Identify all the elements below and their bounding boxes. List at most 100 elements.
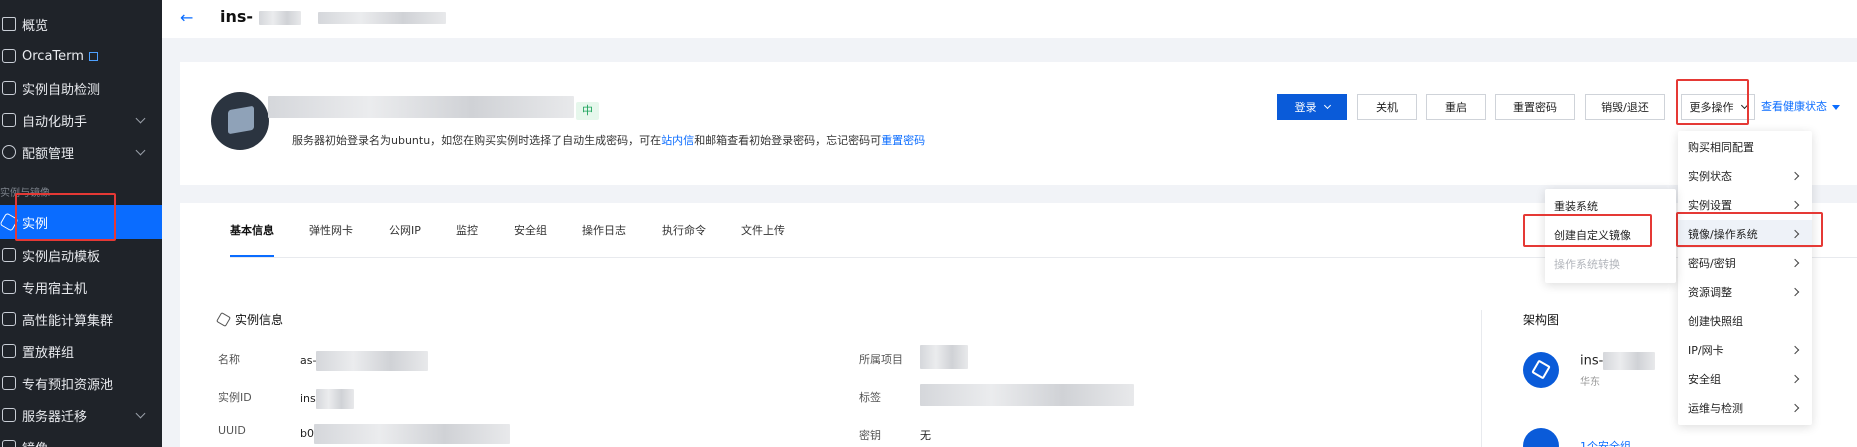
back-arrow-icon[interactable]: ← <box>180 8 193 27</box>
cube-icon <box>1531 359 1551 380</box>
tab-monitor[interactable]: 监控 <box>456 222 478 238</box>
check-icon <box>2 81 16 95</box>
sidebar-item-image[interactable]: 镜像 <box>0 431 162 447</box>
image-icon <box>2 440 16 447</box>
login-label: 登录 <box>1294 101 1317 114</box>
chevron-right-icon <box>1790 287 1800 297</box>
sidebar-item-self-check[interactable]: 实例自助检测 <box>0 72 162 104</box>
caret-down-icon <box>1832 104 1840 110</box>
tab-security-group[interactable]: 安全组 <box>514 222 547 238</box>
key-value: 无 <box>920 429 931 442</box>
sidebar-item-label: 实例启动模板 <box>22 249 101 265</box>
menu-item-reinstall[interactable]: 重装系统 <box>1545 192 1676 220</box>
login-button[interactable]: 登录 <box>1277 94 1347 120</box>
redacted-name <box>318 11 447 24</box>
menu-item-resource-adjust[interactable]: 资源调整 <box>1678 278 1812 306</box>
sidebar-item-migration[interactable]: 服务器迁移 <box>0 399 162 431</box>
host-icon <box>2 280 16 294</box>
template-icon <box>2 248 16 262</box>
arch-security-link[interactable]: 1个安全组 <box>1580 438 1631 447</box>
chevron-right-icon <box>1790 258 1800 268</box>
menu-item-create-image[interactable]: 创建自定义镜像 <box>1545 221 1676 249</box>
image-os-submenu: 重装系统 创建自定义镜像 操作系统转换 <box>1545 189 1676 283</box>
chevron-down-icon <box>1323 101 1331 110</box>
menu-item-label: 购买相同配置 <box>1688 141 1754 154</box>
chevron-right-icon <box>1790 200 1800 210</box>
menu-item-image-os[interactable]: 镜像/操作系统 <box>1678 220 1812 248</box>
sidebar-item-overview[interactable]: 概览 <box>0 8 162 40</box>
menu-item-ip-nic[interactable]: IP/网卡 <box>1678 336 1812 364</box>
arch-node-name-text: ins- <box>1580 353 1604 369</box>
health-status-link[interactable]: 查看健康状态 <box>1761 98 1840 114</box>
uuid-value: b0 <box>300 424 510 444</box>
more-actions-label: 更多操作 <box>1689 101 1734 114</box>
sidebar-item-automation[interactable]: 自动化助手 <box>0 104 162 136</box>
restart-button[interactable]: 重启 <box>1426 94 1486 120</box>
menu-item-label: 资源调整 <box>1688 286 1732 299</box>
hint-text-2: 和邮箱查看初始登录密码，忘记密码可 <box>694 134 882 147</box>
key-label: 密钥 <box>859 429 881 442</box>
tab-file-upload[interactable]: 文件上传 <box>741 222 785 238</box>
sidebar-item-label: OrcaTerm <box>22 48 84 64</box>
tab-eni[interactable]: 弹性网卡 <box>309 222 353 238</box>
sidebar: 概览 OrcaTerm 实例自助检测 自动化助手 配额管理 实例与镜像 实例 实… <box>0 0 162 447</box>
menu-item-label: 镜像/操作系统 <box>1688 228 1758 241</box>
sidebar-item-reserved-pool[interactable]: 专有预扣资源池 <box>0 367 162 399</box>
menu-item-buy-same[interactable]: 购买相同配置 <box>1678 133 1812 161</box>
menu-item-label: 重装系统 <box>1554 200 1598 213</box>
arch-instance-node[interactable] <box>1523 352 1559 388</box>
reset-password-button[interactable]: 重置密码 <box>1495 94 1575 120</box>
chevron-right-icon <box>1790 171 1800 181</box>
menu-item-os-convert: 操作系统转换 <box>1545 250 1676 278</box>
chevron-right-icon <box>1790 229 1800 239</box>
redacted-uuid-value <box>313 424 510 444</box>
menu-item-instance-status[interactable]: 实例状态 <box>1678 162 1812 190</box>
menu-item-label: 实例设置 <box>1688 199 1732 212</box>
hint-text: 服务器初始登录名为ubuntu，如您在购买实例时选择了自动生成密码，可在 <box>292 134 662 147</box>
menu-item-instance-settings[interactable]: 实例设置 <box>1678 191 1812 219</box>
sidebar-item-label: 概览 <box>22 18 49 34</box>
instance-id-text: ins <box>300 392 316 405</box>
sidebar-item-instance[interactable]: 实例 <box>0 205 162 239</box>
sidebar-item-launch-template[interactable]: 实例启动模板 <box>0 239 162 271</box>
menu-item-ops-check[interactable]: 运维与检测 <box>1678 394 1812 422</box>
tab-active-indicator <box>230 255 274 257</box>
sidebar-item-placement-group[interactable]: 置放群组 <box>0 335 162 367</box>
migrate-icon <box>2 408 16 422</box>
name-label: 名称 <box>218 353 240 366</box>
page-title-text: ins- <box>220 7 254 26</box>
sidebar-item-quota[interactable]: 配额管理 <box>0 136 162 168</box>
instance-info-title: 实例信息 <box>215 311 283 328</box>
menu-item-password-key[interactable]: 密码/密钥 <box>1678 249 1812 277</box>
chevron-down-icon <box>135 113 146 124</box>
sidebar-item-dedicated-host[interactable]: 专用宿主机 <box>0 271 162 303</box>
more-actions-menu: 购买相同配置 实例状态 实例设置 镜像/操作系统 密码/密钥 资源调整 创建快照… <box>1678 131 1812 425</box>
sidebar-item-label: 专用宿主机 <box>22 281 88 297</box>
redacted-node-name <box>1603 352 1656 370</box>
inbox-link[interactable]: 站内信 <box>661 134 694 147</box>
architecture-title: 架构图 <box>1523 313 1560 327</box>
sidebar-item-orcaterm[interactable]: OrcaTerm <box>0 40 162 72</box>
tab-basic-info[interactable]: 基本信息 <box>230 222 274 238</box>
tab-run-command[interactable]: 执行命令 <box>662 222 706 238</box>
reset-password-link[interactable]: 重置密码 <box>881 134 925 147</box>
pie-icon <box>2 145 16 159</box>
more-actions-button[interactable]: 更多操作 <box>1681 94 1755 120</box>
redacted-id <box>258 10 301 25</box>
project-label: 所属项目 <box>859 353 903 366</box>
sidebar-item-hpc-cluster[interactable]: 高性能计算集群 <box>0 303 162 335</box>
tab-operation-log[interactable]: 操作日志 <box>582 222 626 238</box>
health-status-label: 查看健康状态 <box>1761 100 1827 113</box>
instance-id-label: 实例ID <box>218 391 252 404</box>
tab-public-ip[interactable]: 公网IP <box>389 222 421 238</box>
menu-item-security-group[interactable]: 安全组 <box>1678 365 1812 393</box>
grid-icon <box>2 17 16 31</box>
shutdown-button[interactable]: 关机 <box>1357 94 1417 120</box>
destroy-button[interactable]: 销毁/退还 <box>1585 94 1665 120</box>
chevron-down-icon <box>135 145 146 156</box>
menu-item-snapshot-group[interactable]: 创建快照组 <box>1678 307 1812 335</box>
column-divider <box>1481 310 1482 447</box>
menu-item-label: 实例状态 <box>1688 170 1732 183</box>
menu-item-label: 运维与检测 <box>1688 402 1743 415</box>
arch-node-name[interactable]: ins- <box>1580 352 1656 370</box>
